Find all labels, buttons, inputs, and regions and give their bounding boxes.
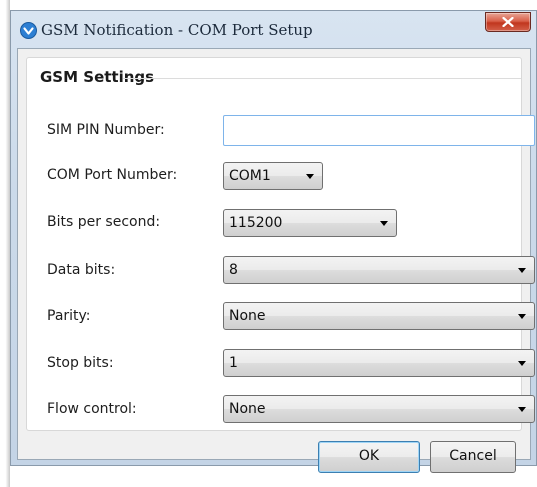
com-port-select[interactable]: COM1	[223, 162, 323, 190]
sim-pin-label: SIM PIN Number:	[47, 122, 165, 138]
sim-pin-input[interactable]	[223, 115, 535, 146]
close-button[interactable]	[485, 12, 531, 32]
close-icon	[502, 17, 514, 27]
ok-button[interactable]: OK	[318, 441, 420, 473]
stop-bits-value: 1	[229, 355, 238, 371]
group-divider	[123, 78, 521, 79]
data-bits-select[interactable]: 8	[223, 256, 535, 284]
group-title: GSM Settings	[40, 68, 155, 86]
parity-value: None	[229, 308, 266, 324]
app-icon	[20, 22, 37, 39]
flow-control-label: Flow control:	[47, 401, 137, 417]
gsm-settings-group: GSM Settings SIM PIN Number: COM Port Nu…	[26, 57, 535, 431]
bits-per-second-select[interactable]: 115200	[223, 209, 397, 237]
chevron-down-icon	[306, 174, 314, 179]
flow-control-select[interactable]: None	[223, 395, 535, 423]
chevron-down-icon	[518, 407, 526, 412]
chevron-down-icon	[518, 268, 526, 273]
data-bits-label: Data bits:	[47, 262, 116, 278]
stop-bits-select[interactable]: 1	[223, 349, 535, 377]
stop-bits-label: Stop bits:	[47, 355, 114, 371]
dialog-body: GSM Settings SIM PIN Number: COM Port Nu…	[17, 48, 535, 473]
title-bar[interactable]: GSM Notification - COM Port Setup	[11, 11, 536, 46]
bits-per-second-value: 115200	[229, 215, 283, 231]
flow-control-value: None	[229, 401, 266, 417]
chevron-down-icon	[518, 314, 526, 319]
chevron-down-icon	[518, 361, 526, 366]
cancel-button[interactable]: Cancel	[430, 441, 516, 473]
window-title: GSM Notification - COM Port Setup	[41, 21, 313, 39]
parity-label: Parity:	[47, 308, 91, 324]
chevron-down-icon	[380, 221, 388, 226]
com-port-label: COM Port Number:	[47, 167, 178, 183]
parity-select[interactable]: None	[223, 302, 535, 330]
com-port-value: COM1	[229, 168, 271, 184]
dialog-window: GSM Notification - COM Port Setup GSM Se…	[10, 10, 537, 473]
window-shadow	[0, 0, 10, 487]
bits-per-second-label: Bits per second:	[47, 214, 161, 230]
data-bits-value: 8	[229, 262, 238, 278]
